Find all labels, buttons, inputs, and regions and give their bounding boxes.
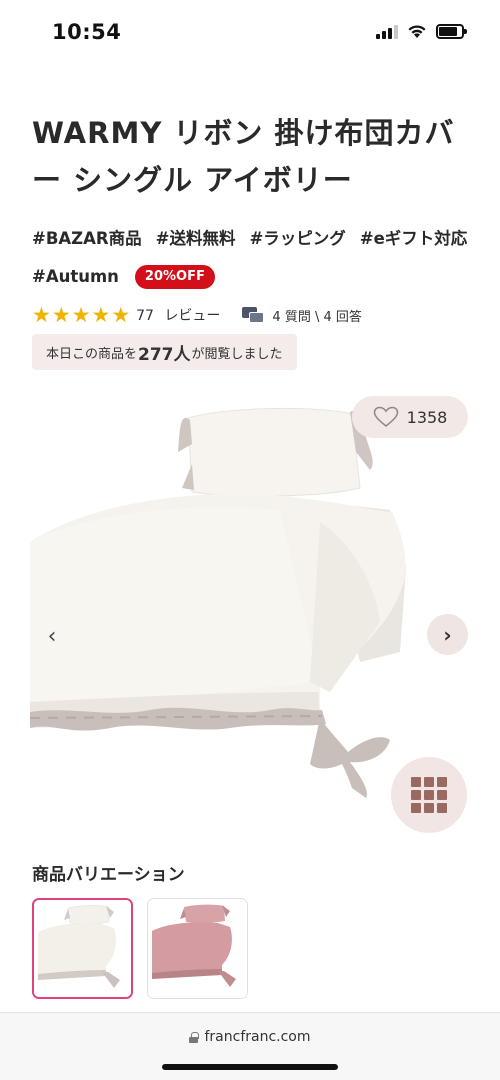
chevron-right-icon: › — [443, 622, 452, 647]
lock-icon — [189, 1031, 199, 1043]
status-time: 10:54 — [52, 20, 122, 44]
grid-icon — [411, 777, 447, 813]
star-icon: ★ — [51, 303, 71, 327]
chat-bubbles-icon — [242, 307, 265, 323]
previous-image-button[interactable]: ‹ — [34, 616, 70, 656]
url-bar[interactable]: francfranc.com — [0, 1029, 500, 1045]
heart-icon — [373, 406, 398, 427]
favorite-count: 1358 — [406, 407, 448, 427]
review-link[interactable]: 77 レビュー — [136, 305, 220, 325]
rating-stars[interactable]: ★ ★ ★ ★ ★ — [32, 304, 130, 326]
home-indicator[interactable] — [162, 1064, 338, 1070]
chevron-left-icon: ‹ — [47, 623, 57, 649]
review-count: 77 — [136, 308, 154, 324]
tag-autumn[interactable]: #Autumn — [32, 264, 119, 290]
battery-icon — [436, 24, 467, 39]
url-text: francfranc.com — [204, 1029, 311, 1045]
product-title: WARMY リボン 掛け布団カバー シングル アイボリー — [32, 116, 455, 197]
star-icon: ★ — [32, 303, 51, 327]
viewers-prefix: 本日この商品を — [46, 346, 138, 362]
qa-text: 4 質問 \ 4 回答 — [272, 309, 362, 325]
next-image-button[interactable]: › — [427, 614, 468, 655]
favorite-button[interactable]: 1358 — [352, 396, 468, 438]
wifi-icon — [408, 25, 426, 38]
viewers-count: 277人 — [138, 344, 191, 365]
variation-list — [32, 898, 248, 999]
status-icons — [376, 24, 467, 39]
star-icon: ★ — [91, 303, 111, 327]
variation-ivory[interactable] — [32, 898, 133, 999]
star-icon: ★ — [111, 303, 131, 327]
status-bar: 10:54 — [0, 0, 500, 68]
tag-wrapping[interactable]: #ラッピング — [249, 226, 345, 252]
star-icon: ★ — [71, 303, 91, 327]
signal-icon — [376, 24, 398, 39]
review-label: レビュー — [164, 308, 221, 324]
tag-free-shipping[interactable]: #送料無料 — [156, 226, 236, 252]
viewer-count-notice: 本日この商品を 277人 が閲覧しました — [32, 334, 297, 370]
viewers-suffix: が閲覧しました — [191, 346, 283, 362]
tag-list: #BAZAR商品 #送料無料 #ラッピング #eギフト対応 #Autumn 20… — [32, 226, 472, 290]
variation-title: 商品バリエーション — [32, 865, 185, 885]
browser-bottom-bar: francfranc.com — [0, 1012, 500, 1080]
tag-bazar[interactable]: #BAZAR商品 — [32, 226, 142, 252]
tag-egift[interactable]: #eギフト対応 — [360, 226, 468, 252]
discount-badge: 20%OFF — [134, 265, 215, 289]
image-grid-button[interactable] — [391, 757, 467, 833]
variation-pink[interactable] — [147, 898, 248, 999]
rating-row: ★ ★ ★ ★ ★ 77 レビュー 4 質問 \ 4 回答 — [32, 304, 362, 326]
qa-link[interactable]: 4 質問 \ 4 回答 — [242, 306, 362, 325]
